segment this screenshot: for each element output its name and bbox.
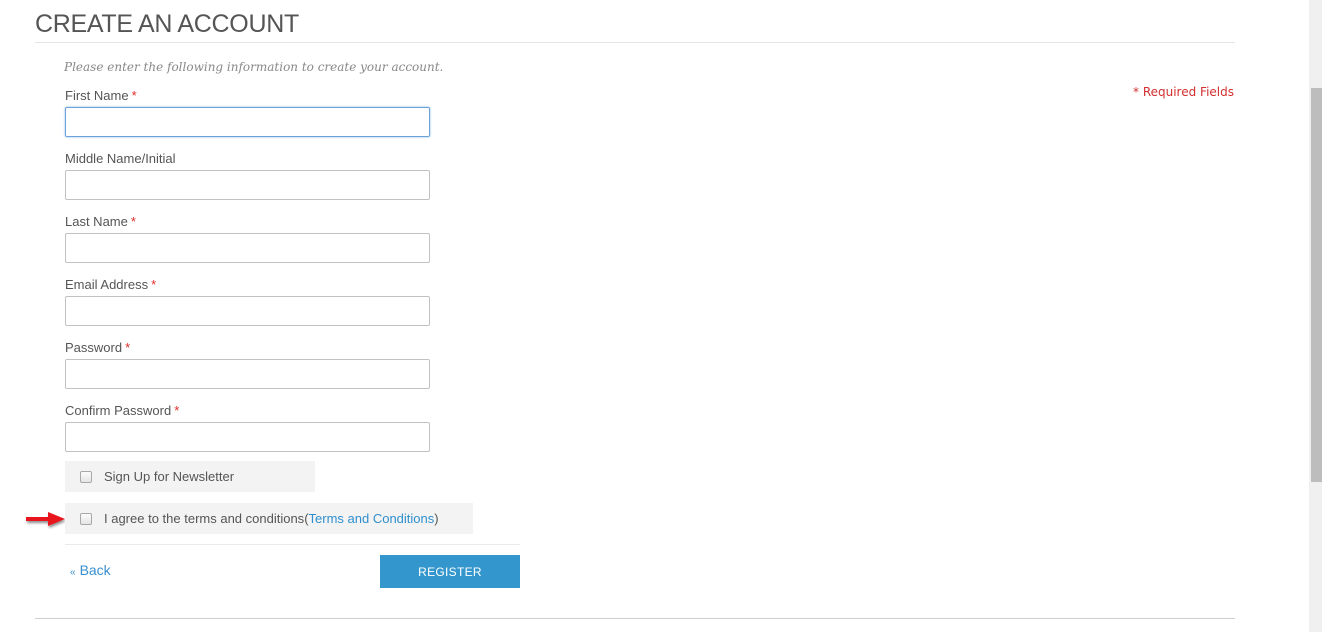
middle-name-label-text: Middle Name/Initial bbox=[65, 151, 176, 166]
actions-divider bbox=[65, 544, 520, 545]
first-name-label-text: First Name bbox=[65, 88, 129, 103]
last-name-input[interactable] bbox=[65, 233, 430, 263]
register-button[interactable]: REGISTER bbox=[380, 555, 520, 588]
confirm-password-label-text: Confirm Password bbox=[65, 403, 172, 418]
page-title: CREATE AN ACCOUNT bbox=[35, 10, 299, 38]
terms-checkbox[interactable] bbox=[80, 512, 92, 525]
first-name-input[interactable] bbox=[65, 107, 430, 137]
required-asterisk: * bbox=[174, 403, 180, 418]
back-label: Back bbox=[79, 562, 111, 578]
newsletter-checkbox[interactable] bbox=[80, 470, 92, 483]
required-asterisk: * bbox=[131, 88, 137, 103]
arrow-right-icon bbox=[26, 512, 65, 526]
required-asterisk: * bbox=[130, 214, 136, 229]
last-name-label-text: Last Name bbox=[65, 214, 128, 229]
first-name-label: First Name * bbox=[65, 88, 137, 103]
newsletter-option[interactable]: Sign Up for Newsletter bbox=[65, 461, 315, 492]
back-link[interactable]: «Back bbox=[70, 562, 111, 578]
required-fields-note: * Required Fields bbox=[1133, 85, 1234, 99]
bottom-divider bbox=[35, 618, 1235, 619]
confirm-password-label: Confirm Password * bbox=[65, 403, 179, 418]
scrollbar-thumb[interactable] bbox=[1311, 88, 1322, 482]
terms-close-paren: ) bbox=[434, 511, 439, 526]
confirm-password-input[interactable] bbox=[65, 422, 430, 452]
intro-text: Please enter the following information t… bbox=[64, 60, 444, 74]
email-label: Email Address * bbox=[65, 277, 156, 292]
password-label-text: Password bbox=[65, 340, 123, 355]
password-input[interactable] bbox=[65, 359, 430, 389]
back-chevron-icon: « bbox=[70, 567, 76, 578]
middle-name-label: Middle Name/Initial bbox=[65, 151, 176, 166]
middle-name-input[interactable] bbox=[65, 170, 430, 200]
title-divider bbox=[35, 42, 1235, 43]
last-name-label: Last Name * bbox=[65, 214, 136, 229]
terms-label: I agree to the terms and conditions bbox=[104, 511, 305, 526]
terms-and-conditions-link[interactable]: Terms and Conditions bbox=[309, 511, 435, 526]
terms-option[interactable]: I agree to the terms and conditions (Ter… bbox=[65, 503, 473, 534]
email-label-text: Email Address bbox=[65, 277, 149, 292]
newsletter-label: Sign Up for Newsletter bbox=[104, 469, 235, 484]
required-asterisk: * bbox=[125, 340, 131, 355]
password-label: Password * bbox=[65, 340, 130, 355]
required-asterisk: * bbox=[151, 277, 157, 292]
email-input[interactable] bbox=[65, 296, 430, 326]
